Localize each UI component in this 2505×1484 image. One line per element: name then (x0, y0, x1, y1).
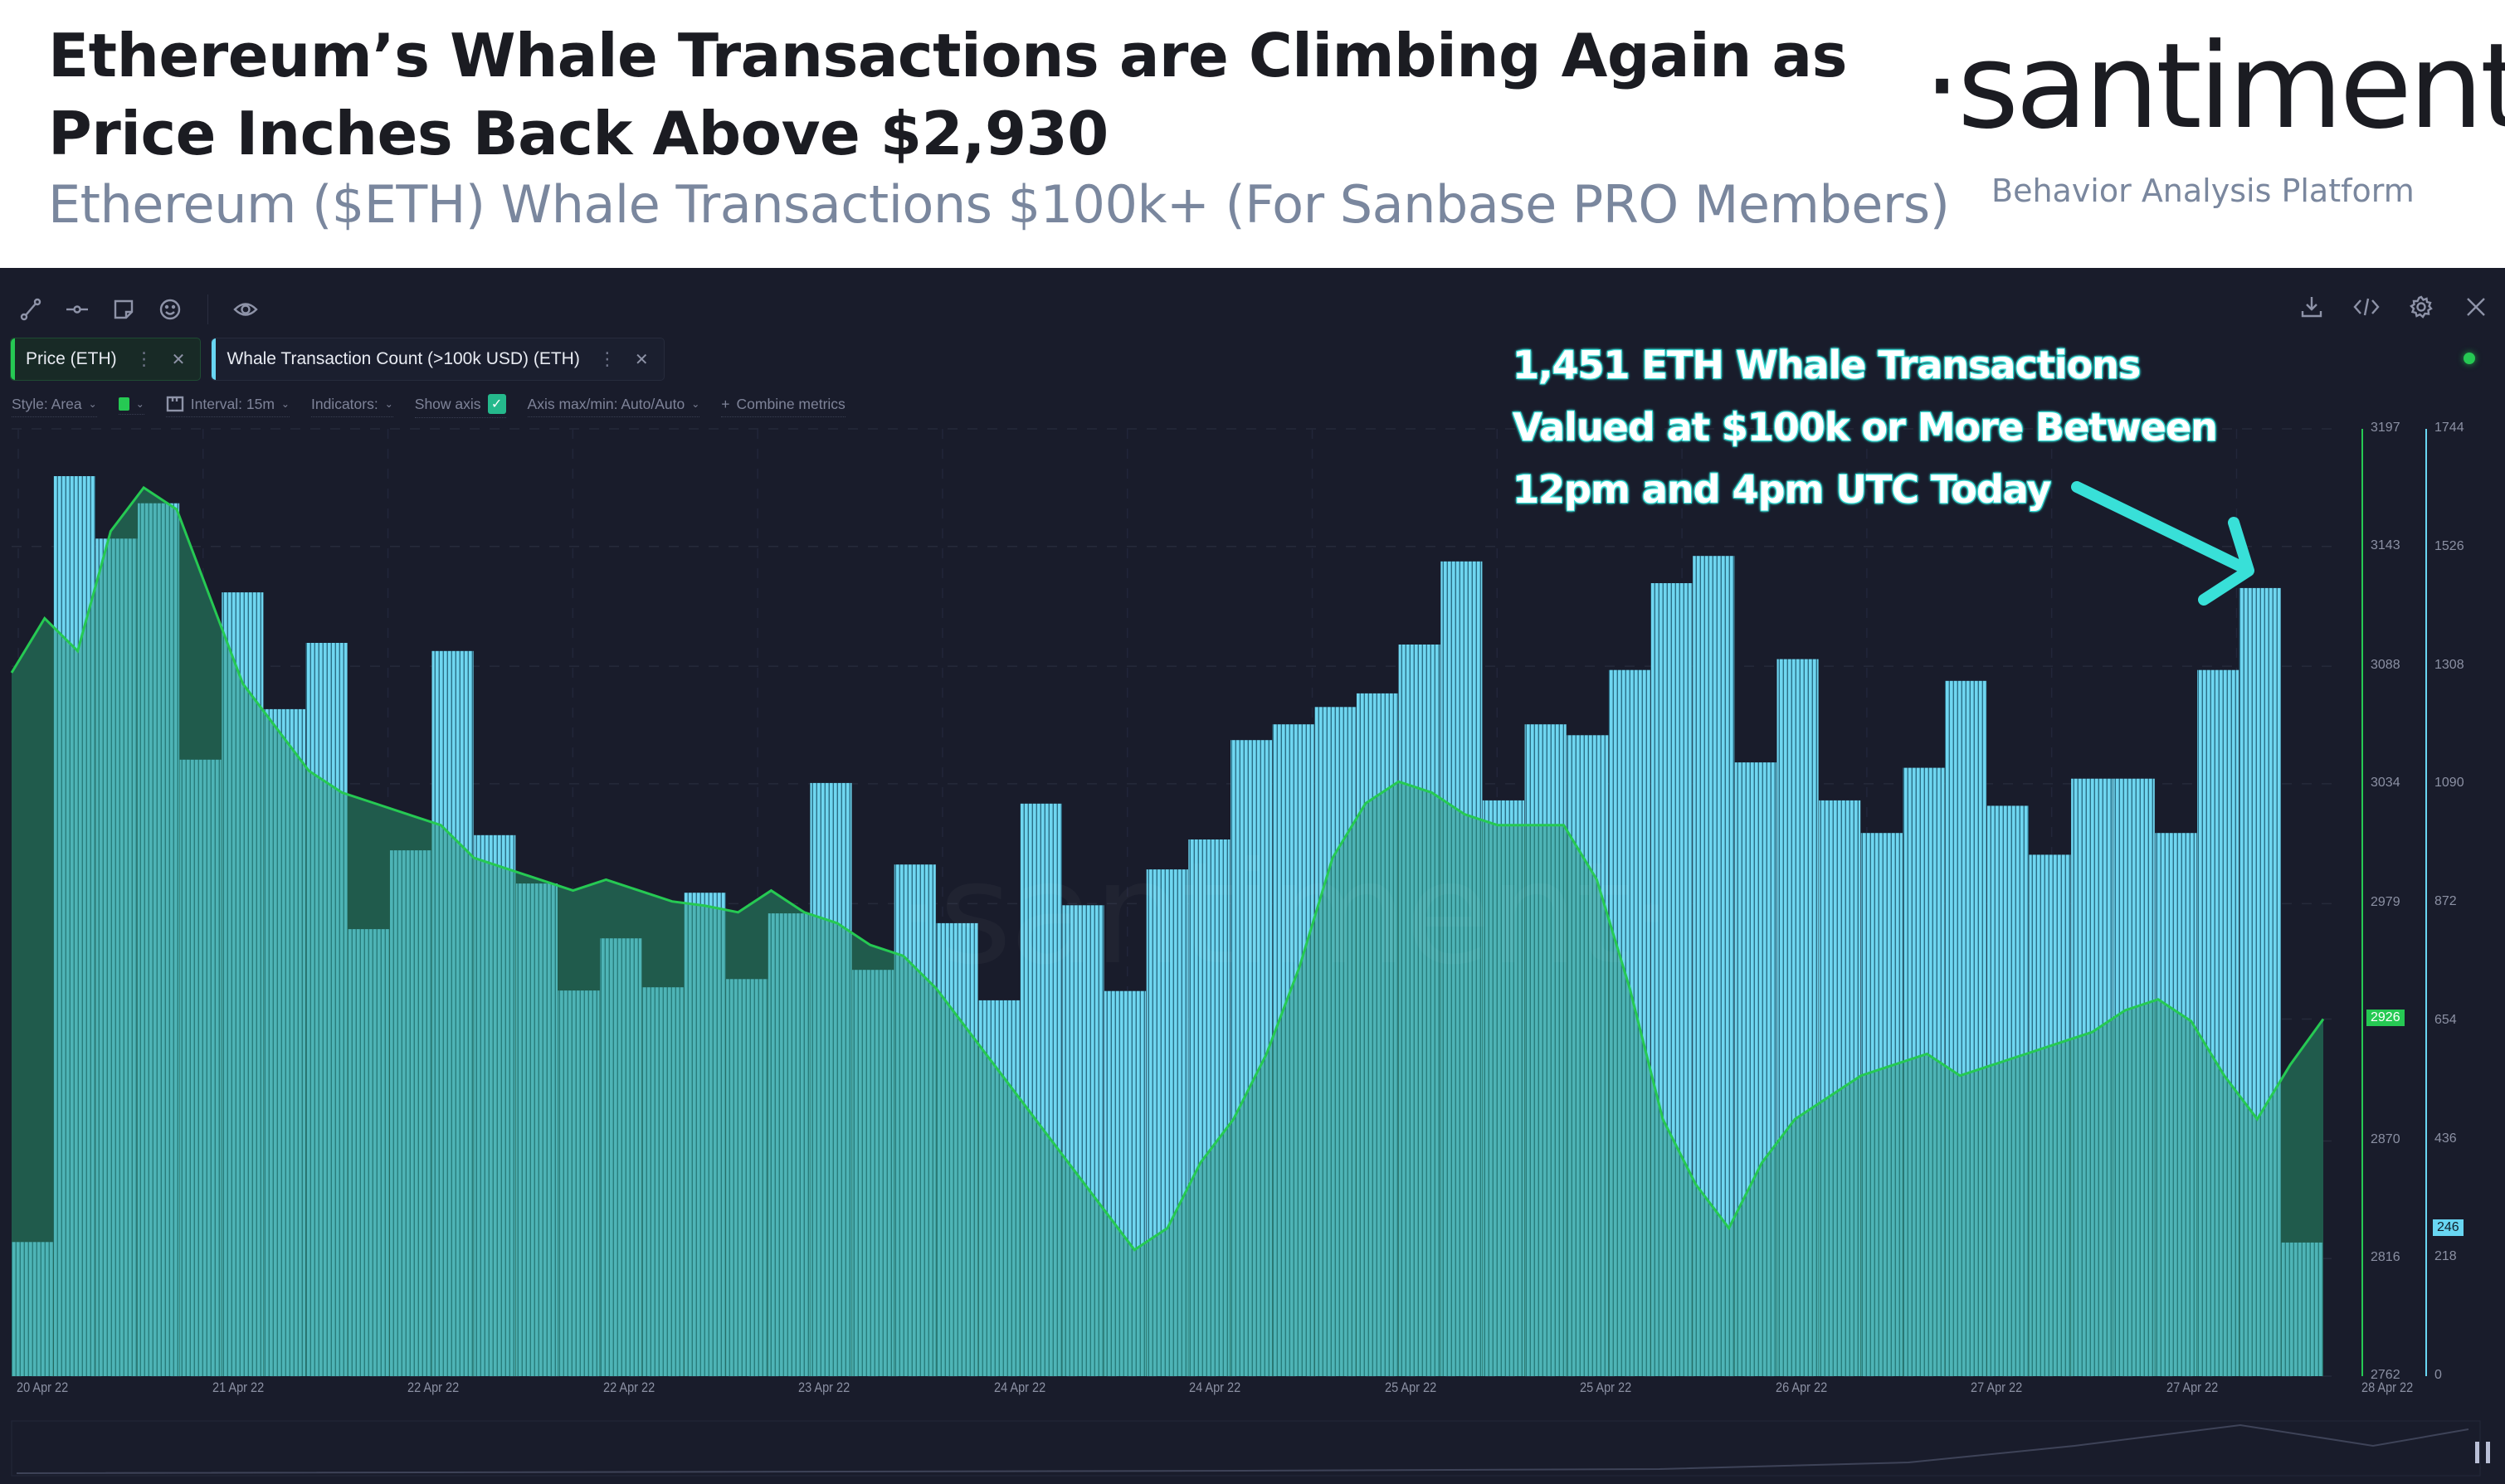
chevron-down-icon: ⌄ (691, 398, 700, 410)
visibility-icon[interactable] (231, 295, 260, 324)
embed-code-icon[interactable] (2352, 293, 2381, 321)
note-icon[interactable] (110, 295, 138, 324)
price-axis-tick: 3143 (2371, 538, 2400, 552)
x-axis-tick: 21 Apr 22 (212, 1380, 264, 1395)
x-axis-tick: 28 Apr 22 (2361, 1380, 2414, 1395)
more-options-icon[interactable]: ⋮ (135, 348, 154, 370)
x-axis-tick: 25 Apr 22 (1580, 1380, 1632, 1395)
whale-axis-tick: 218 (2434, 1249, 2457, 1264)
emoji-icon[interactable] (156, 295, 184, 324)
interval-label: Interval: 15m (190, 395, 275, 412)
metric-color-bar (212, 338, 217, 380)
navigator-price-line (16, 1423, 2469, 1474)
axis-minmax-dropdown[interactable]: Axis max/min: Auto/Auto ⌄ (527, 395, 700, 417)
price-axis-tick: 2979 (2371, 895, 2400, 910)
interval-dropdown[interactable]: Interval: 15m ⌄ (165, 395, 290, 417)
logo-tagline: Behavior Analysis Platform (1991, 173, 2415, 209)
navigator-frame (11, 1420, 2481, 1477)
download-icon[interactable] (2298, 293, 2326, 321)
drawing-toolbar (17, 293, 260, 326)
whale-axis-tick: 436 (2434, 1131, 2457, 1146)
x-axis-tick: 25 Apr 22 (1384, 1380, 1436, 1395)
plus-icon: + (721, 395, 730, 412)
price-axis-tick: 3034 (2371, 775, 2400, 790)
color-dropdown[interactable]: ⌄ (118, 397, 144, 415)
metric-color-bar (11, 338, 15, 380)
chevron-down-icon: ⌄ (280, 398, 290, 410)
combine-metrics-button[interactable]: + Combine metrics (721, 396, 846, 417)
horizontal-line-icon[interactable] (63, 295, 91, 324)
metric-label: Whale Transaction Count (>100k USD) (ETH… (227, 349, 580, 368)
x-axis-tick: 26 Apr 22 (1775, 1380, 1827, 1395)
whale-axis-tick: 1526 (2434, 538, 2464, 553)
show-axis-toggle[interactable]: Show axis ✓ (414, 394, 506, 418)
metric-chip-price[interactable]: Price (ETH) ⋮ ✕ (10, 338, 202, 381)
more-options-icon[interactable]: ⋮ (598, 348, 617, 370)
annotation-line: 1,451 ETH Whale Transactions (1513, 343, 2141, 387)
style-dropdown[interactable]: Style: Area ⌄ (12, 396, 97, 417)
x-axis-tick: 27 Apr 22 (1971, 1380, 2023, 1395)
show-axis-checkbox[interactable]: ✓ (487, 394, 506, 414)
settings-icon[interactable] (2407, 293, 2435, 321)
chart-actions (2298, 293, 2490, 321)
santiment-logo: ·santiment· (1923, 18, 2505, 155)
trend-line-icon[interactable] (17, 295, 45, 324)
remove-metric-icon[interactable]: ✕ (635, 349, 649, 370)
metric-chip-whale-transactions[interactable]: Whale Transaction Count (>100k USD) (ETH… (211, 338, 665, 381)
metric-label: Price (ETH) (26, 349, 117, 368)
annotation-line: Valued at $100k or More Between (1513, 405, 2218, 450)
chevron-down-icon: ⌄ (135, 398, 144, 410)
x-axis-tick: 22 Apr 22 (602, 1380, 655, 1395)
price-axis-tick: 2870 (2371, 1132, 2400, 1147)
chevron-down-icon: ⌄ (88, 398, 97, 410)
x-axis-tick: 27 Apr 22 (2166, 1380, 2218, 1395)
remove-metric-icon[interactable]: ✕ (172, 349, 186, 370)
annotation-line: 12pm and 4pm UTC Today (1513, 467, 2051, 512)
combine-metrics-label: Combine metrics (736, 395, 846, 412)
chart-panel: ·santiment· (0, 268, 2505, 1484)
chart-annotation: 1,451 ETH Whale Transactions Valued at $… (1513, 334, 2218, 521)
x-axis-tick: 24 Apr 22 (993, 1380, 1045, 1395)
price-current-badge: 2926 (2366, 1010, 2405, 1027)
metric-chips: Price (ETH) ⋮ ✕ Whale Transaction Count … (10, 338, 665, 381)
price-axis-tick: 3088 (2371, 658, 2400, 673)
whale-axis-tick: 1090 (2434, 776, 2464, 791)
page-title: Ethereum’s Whale Transactions are Climbi… (48, 17, 1874, 173)
whale-axis-tick: 0 (2434, 1368, 2442, 1382)
x-axis-tick: 20 Apr 22 (17, 1380, 69, 1395)
metric-settings-bar: Style: Area ⌄ ⌄ Interval: 15m ⌄ Indicators… (12, 394, 846, 418)
close-icon[interactable] (2462, 293, 2490, 321)
title-line-1: Ethereum’s Whale Transactions are Climbi… (48, 21, 1847, 90)
show-axis-label: Show axis (414, 395, 481, 412)
chevron-down-icon: ⌄ (384, 398, 393, 410)
navigator-handle-right (2486, 1442, 2490, 1463)
style-label: Style: Area (12, 395, 82, 412)
x-axis-tick: 22 Apr 22 (407, 1380, 460, 1395)
whale-axis-tick: 872 (2434, 894, 2457, 908)
x-axis-tick: 23 Apr 22 (798, 1380, 850, 1395)
indicators-label: Indicators: (310, 395, 378, 412)
whale-axis-tick: 1744 (2434, 421, 2464, 435)
color-swatch (118, 397, 129, 411)
axis-minmax-label: Axis max/min: Auto/Auto (527, 395, 685, 412)
navigator-handle-left (2475, 1442, 2479, 1463)
interval-icon (166, 396, 183, 412)
toolbar-divider (207, 294, 208, 324)
watermark: ·santiment· (896, 832, 1671, 996)
live-status-indicator (2464, 353, 2475, 364)
whale-axis-tick: 654 (2434, 1012, 2457, 1027)
price-axis-tick: 3197 (2371, 421, 2400, 435)
header: Ethereum’s Whale Transactions are Climbi… (0, 0, 2505, 268)
price-axis-tick: 2816 (2371, 1250, 2400, 1265)
whale-axis-tick: 1308 (2434, 657, 2464, 672)
whale-current-badge: 246 (2433, 1219, 2464, 1236)
x-axis-tick: 24 Apr 22 (1189, 1380, 1241, 1395)
subtitle: Ethereum ($ETH) Whale Transactions $100k… (48, 174, 1950, 235)
indicators-dropdown[interactable]: Indicators: ⌄ (310, 395, 393, 417)
title-line-2: Price Inches Back Above $2,930 (48, 99, 1109, 168)
